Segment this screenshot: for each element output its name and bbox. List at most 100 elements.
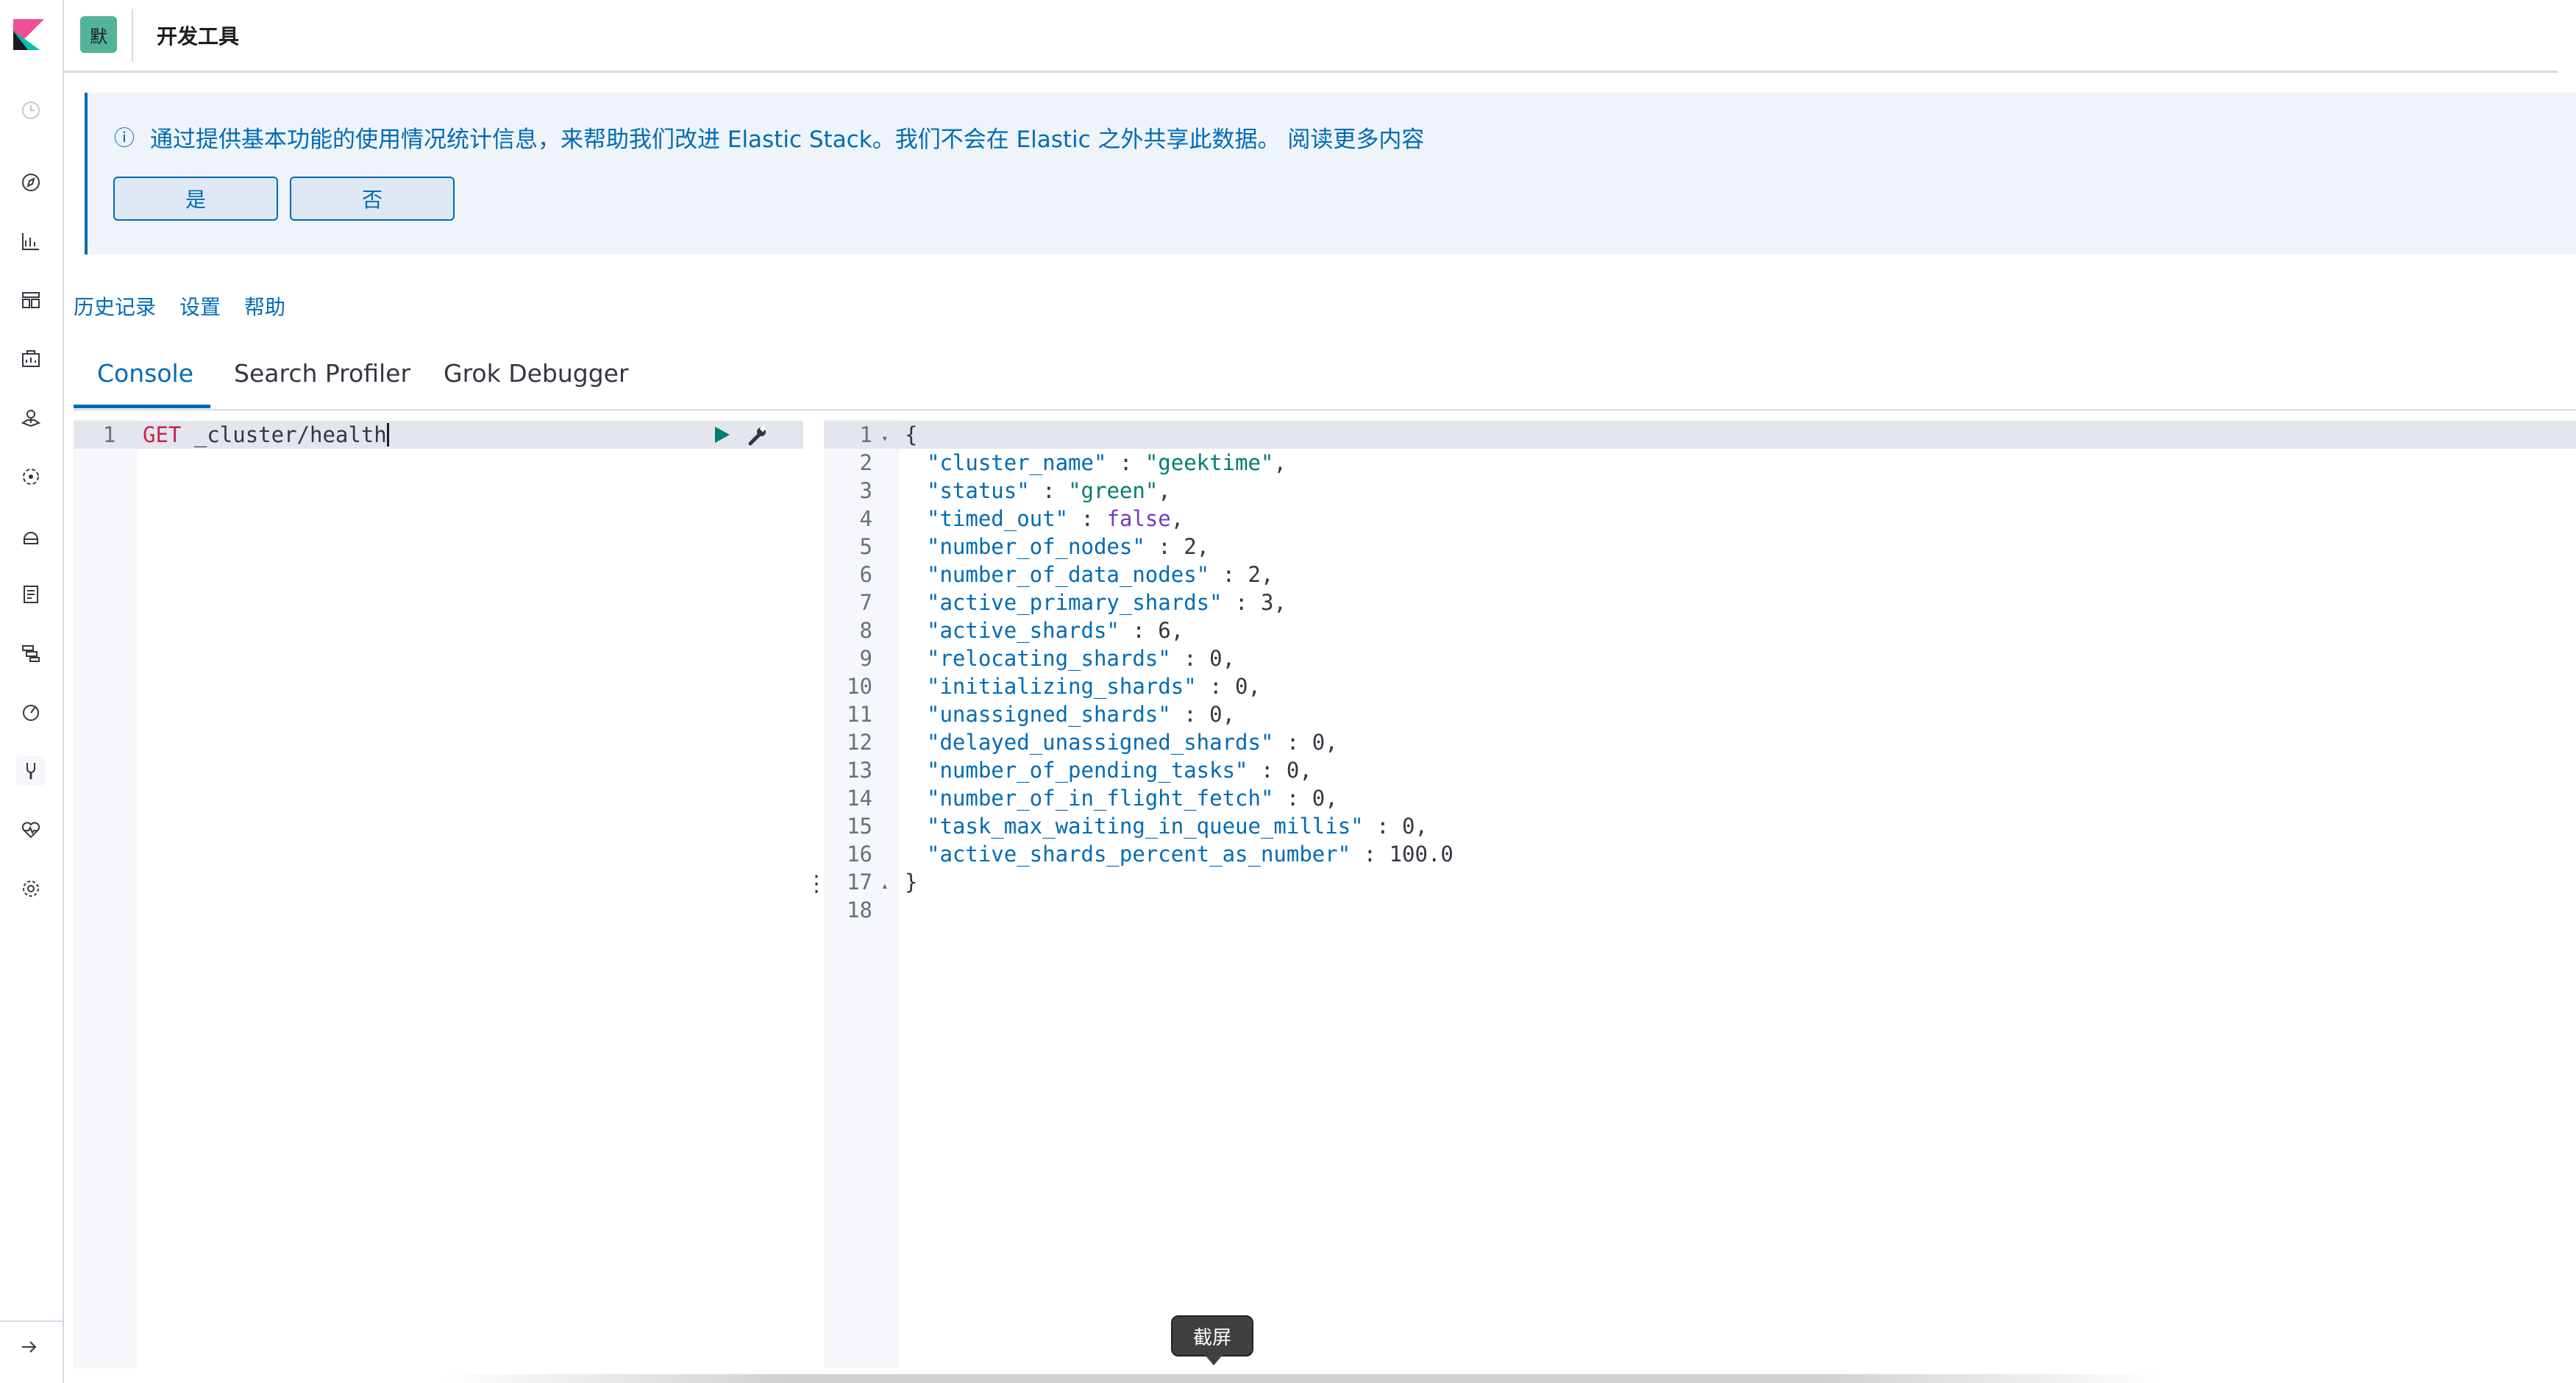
management-gear-icon[interactable] [16, 874, 46, 903]
json-key: "active_primary_shards" [927, 590, 1223, 615]
settings-link[interactable]: 设置 [179, 291, 221, 321]
pane-resizer-handle[interactable]: ⋮ [805, 873, 828, 909]
response-line: 1 ▾ { [824, 422, 2576, 450]
json-value: 0 [1209, 702, 1223, 727]
apm-icon[interactable] [16, 639, 46, 668]
response-line-number: 1 [859, 422, 872, 447]
response-line-number: 10 [847, 674, 872, 699]
response-line: 4 "timed_out" : false, [824, 506, 2576, 534]
json-value: 6 [1158, 618, 1171, 643]
tab-search-profiler[interactable]: Search Profiler [234, 359, 410, 388]
telemetry-no-button[interactable]: 否 [290, 177, 455, 221]
expand-nav-arrow-icon[interactable] [16, 1334, 41, 1359]
callout-message: 通过提供基本功能的使用情况统计信息，来帮助我们改进 Elastic Stack。… [150, 127, 1425, 153]
logs-icon[interactable] [16, 580, 46, 609]
response-code: "timed_out" : false, [927, 506, 1184, 531]
request-path: _cluster/health [193, 422, 387, 447]
response-code: "cluster_name" : "geektime", [927, 450, 1287, 475]
dashboard-icon[interactable] [16, 285, 46, 315]
side-navigation [0, 0, 64, 1383]
response-line: 17 ▴} [824, 870, 2576, 897]
breadcrumb-app-title: 开发工具 [157, 24, 240, 49]
json-value: 0 [1286, 758, 1300, 783]
response-line-number: 12 [847, 730, 872, 755]
json-key: "initializing_shards" [927, 674, 1197, 699]
json-value: "green" [1068, 478, 1159, 503]
response-code: } [905, 870, 918, 895]
json-value: 100.0 [1389, 842, 1454, 867]
response-code: "active_primary_shards" : 3, [927, 590, 1287, 615]
json-key: "number_of_in_flight_fetch" [927, 786, 1274, 811]
response-code: "number_of_nodes" : 2, [927, 534, 1209, 559]
response-code: "delayed_unassigned_shards" : 0, [927, 730, 1338, 755]
header-divider [132, 9, 133, 62]
json-colon: : [1145, 534, 1184, 559]
history-link[interactable]: 历史记录 [74, 291, 156, 321]
dev-tools-tabs: Console Search Profiler Grok Debugger [74, 346, 2576, 410]
json-colon: : [1068, 506, 1107, 531]
tooltip-arrow [1205, 1355, 1223, 1365]
json-key: "status" [927, 478, 1030, 503]
json-comma: , [1273, 590, 1287, 615]
telemetry-callout: ⓘ 通过提供基本功能的使用情况统计信息，来帮助我们改进 Elastic Stac… [85, 93, 2576, 255]
json-colon: : [1196, 674, 1236, 699]
json-colon: : [1106, 450, 1145, 475]
response-line: 13 "number_of_pending_tasks" : 0, [824, 758, 2576, 786]
json-colon: : [1170, 646, 1210, 671]
top-header: 默 开发工具 [64, 0, 2558, 73]
uptime-icon[interactable] [16, 697, 46, 727]
json-key: "number_of_pending_tasks" [927, 758, 1248, 783]
json-colon: : [1170, 702, 1210, 727]
json-value: 2 [1184, 534, 1197, 559]
discover-icon[interactable] [16, 168, 46, 197]
telemetry-yes-button[interactable]: 是 [113, 177, 278, 221]
infrastructure-icon[interactable] [16, 521, 46, 550]
json-comma: , [1325, 786, 1338, 811]
canvas-icon[interactable] [16, 344, 46, 374]
maps-icon[interactable] [16, 403, 46, 433]
response-code: "active_shards" : 6, [927, 618, 1184, 643]
request-code-line[interactable]: GET _cluster/health [143, 422, 389, 447]
json-value: 0 [1209, 646, 1223, 671]
response-line: 12 "delayed_unassigned_shards" : 0, [824, 730, 2576, 758]
json-colon: : [1209, 562, 1248, 587]
response-line-number: 5 [859, 534, 872, 559]
fold-toggle-icon[interactable]: ▾ [881, 431, 889, 445]
visualize-icon[interactable] [16, 227, 46, 256]
response-code: "active_shards_percent_as_number" : 100.… [927, 842, 1454, 867]
send-request-play-icon[interactable] [711, 424, 733, 446]
json-key: "number_of_nodes" [927, 534, 1145, 559]
machine-learning-icon[interactable] [16, 462, 46, 491]
fold-toggle-icon[interactable]: ▴ [881, 878, 889, 892]
json-colon: : [1363, 814, 1403, 839]
json-value: 0 [1312, 786, 1326, 811]
response-line: 18 [824, 897, 2576, 925]
kibana-logo[interactable] [10, 16, 47, 53]
json-value: 0 [1235, 674, 1248, 699]
request-gutter [74, 419, 137, 1368]
wrench-settings-icon[interactable] [746, 424, 769, 447]
request-editor[interactable]: 1 GET _cluster/health [74, 419, 803, 1368]
json-value: 0 [1312, 730, 1326, 755]
response-code: { [905, 422, 918, 447]
response-code: "number_of_data_nodes" : 2, [927, 562, 1273, 587]
recently-viewed-icon[interactable] [16, 96, 46, 125]
selected-tab-indicator [74, 405, 210, 408]
response-code: "number_of_in_flight_fetch" : 0, [927, 786, 1338, 811]
json-comma: , [1325, 730, 1338, 755]
tab-console[interactable]: Console [97, 359, 193, 388]
json-colon: : [1119, 618, 1159, 643]
response-line-number: 15 [847, 814, 872, 839]
help-link[interactable]: 帮助 [244, 291, 285, 321]
json-value: false [1106, 506, 1171, 531]
tab-grok-debugger[interactable]: Grok Debugger [444, 359, 629, 388]
stack-monitoring-icon[interactable] [16, 815, 46, 845]
json-colon: : [1029, 478, 1069, 503]
response-line-number: 16 [847, 842, 872, 867]
response-line: 16 "active_shards_percent_as_number" : 10… [824, 842, 2576, 870]
response-line: 9 "relocating_shards" : 0, [824, 646, 2576, 674]
space-avatar[interactable]: 默 [80, 16, 117, 53]
dev-tools-icon[interactable] [16, 756, 46, 786]
json-colon: : [1273, 730, 1312, 755]
json-comma: , [1158, 478, 1171, 503]
